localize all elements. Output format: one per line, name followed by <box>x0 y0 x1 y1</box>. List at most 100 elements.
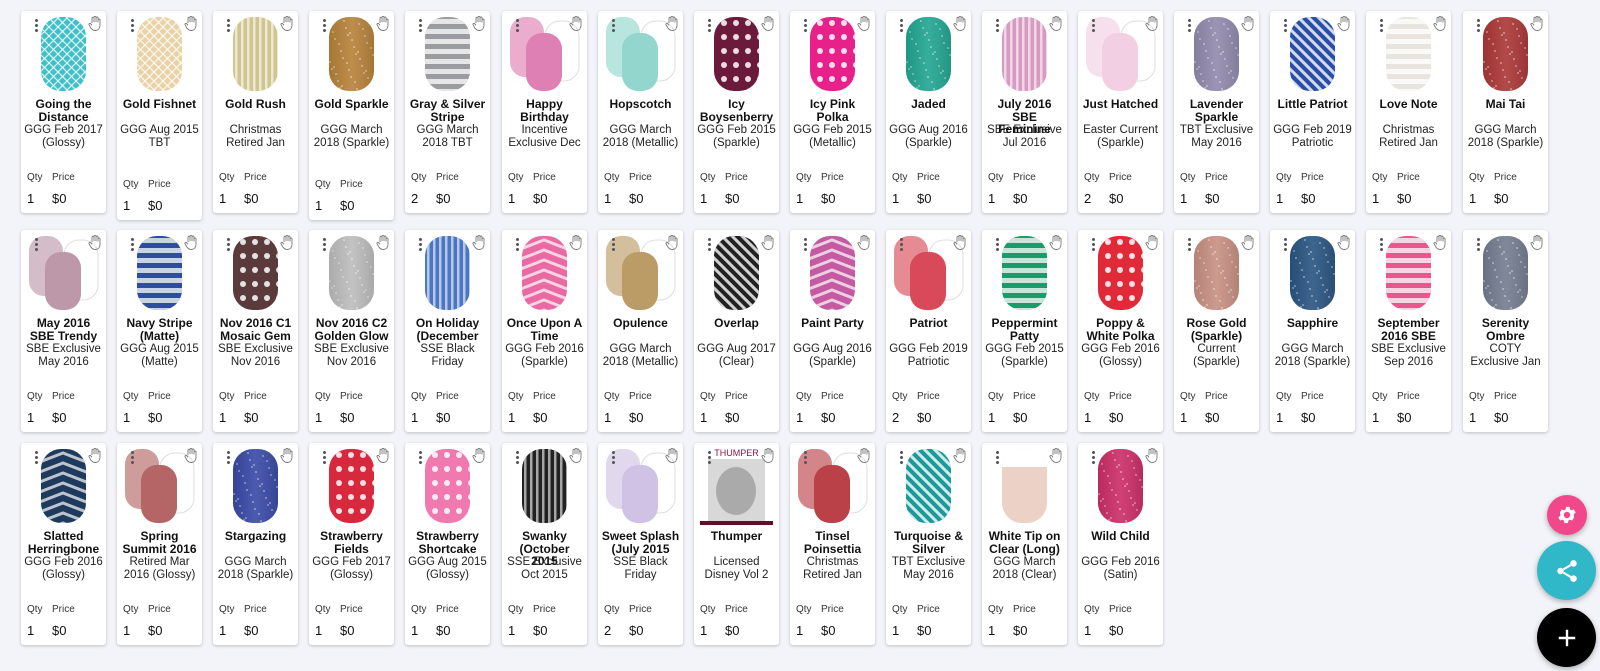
price-value[interactable]: $0 <box>436 623 450 638</box>
more-vert-icon[interactable] <box>899 18 905 34</box>
drag-hand-icon[interactable] <box>569 448 583 463</box>
more-vert-icon[interactable] <box>611 450 617 466</box>
price-value[interactable]: $0 <box>917 410 931 425</box>
qty-value[interactable]: 1 <box>219 623 226 638</box>
drag-hand-icon[interactable] <box>665 448 679 463</box>
qty-value[interactable]: 1 <box>508 191 515 206</box>
more-vert-icon[interactable] <box>803 450 809 466</box>
price-value[interactable]: $0 <box>821 623 835 638</box>
drag-hand-icon[interactable] <box>1145 448 1159 463</box>
qty-value[interactable]: 1 <box>1276 410 1283 425</box>
nail-wrap-card[interactable]: Jaded GGG Aug 2016 (Sparkle) Qty Price 1 $0 <box>886 11 971 213</box>
price-value[interactable]: $0 <box>1109 191 1123 206</box>
more-vert-icon[interactable] <box>611 237 617 253</box>
qty-value[interactable]: 1 <box>123 198 130 213</box>
nail-wrap-card[interactable]: Peppermint Patty GGG Feb 2015 (Sparkle) Qt… <box>982 230 1067 432</box>
drag-hand-icon[interactable] <box>761 235 775 250</box>
nail-wrap-card[interactable]: Strawberry Fields GGG Feb 2017 (Glossy) Qt… <box>309 443 394 645</box>
drag-hand-icon[interactable] <box>184 16 198 31</box>
price-value[interactable]: $0 <box>436 191 450 206</box>
qty-value[interactable]: 1 <box>508 623 515 638</box>
more-vert-icon[interactable] <box>515 18 521 34</box>
price-value[interactable]: $0 <box>533 623 547 638</box>
qty-value[interactable]: 1 <box>27 410 34 425</box>
more-vert-icon[interactable] <box>322 450 328 466</box>
more-vert-icon[interactable] <box>1283 18 1289 34</box>
drag-hand-icon[interactable] <box>1530 16 1544 31</box>
nail-wrap-card[interactable]: Once Upon A Time GGG Feb 2016 (Sparkle) Qt… <box>502 230 587 432</box>
more-vert-icon[interactable] <box>1476 237 1482 253</box>
price-value[interactable]: $0 <box>436 410 450 425</box>
qty-value[interactable]: 1 <box>123 410 130 425</box>
drag-hand-icon[interactable] <box>1241 235 1255 250</box>
more-vert-icon[interactable] <box>515 450 521 466</box>
nail-wrap-card[interactable]: White Tip on Clear (Long) GGG March 2018 … <box>982 443 1067 645</box>
drag-hand-icon[interactable] <box>1433 16 1447 31</box>
price-value[interactable]: $0 <box>821 191 835 206</box>
drag-hand-icon[interactable] <box>472 235 486 250</box>
drag-hand-icon[interactable] <box>1433 235 1447 250</box>
price-value[interactable]: $0 <box>244 191 258 206</box>
more-vert-icon[interactable] <box>803 237 809 253</box>
nail-wrap-card[interactable]: Sapphire GGG March 2018 (Sparkle) Qty Price… <box>1270 230 1355 432</box>
qty-value[interactable]: 1 <box>1372 410 1379 425</box>
more-vert-icon[interactable] <box>34 237 40 253</box>
nail-wrap-card[interactable]: Wild Child GGG Feb 2016 (Satin) Qty Price 1 $… <box>1078 443 1163 645</box>
price-value[interactable]: $0 <box>1397 191 1411 206</box>
drag-hand-icon[interactable] <box>1337 235 1351 250</box>
drag-hand-icon[interactable] <box>184 448 198 463</box>
drag-hand-icon[interactable] <box>953 448 967 463</box>
nail-wrap-card[interactable]: Lavender Sparkle TBT Exclusive May 2016 Qt… <box>1174 11 1259 213</box>
nail-wrap-card[interactable]: Icy Pink Polka GGG Feb 2015 (Metallic) Qty… <box>790 11 875 213</box>
nail-wrap-card[interactable]: Mai Tai GGG March 2018 (Sparkle) Qty Price 1… <box>1463 11 1548 213</box>
drag-hand-icon[interactable] <box>376 16 390 31</box>
more-vert-icon[interactable] <box>1379 18 1385 34</box>
price-value[interactable]: $0 <box>340 198 354 213</box>
more-vert-icon[interactable] <box>1091 237 1097 253</box>
nail-wrap-card[interactable]: Gray & Silver Stripe GGG March 2018 TBT Qt… <box>405 11 490 213</box>
more-vert-icon[interactable] <box>34 450 40 466</box>
price-value[interactable]: $0 <box>1301 410 1315 425</box>
qty-value[interactable]: 1 <box>219 191 226 206</box>
drag-hand-icon[interactable] <box>1241 16 1255 31</box>
price-value[interactable]: $0 <box>244 410 258 425</box>
qty-value[interactable]: 1 <box>988 410 995 425</box>
drag-hand-icon[interactable] <box>376 448 390 463</box>
drag-hand-icon[interactable] <box>1145 235 1159 250</box>
more-vert-icon[interactable] <box>418 450 424 466</box>
price-value[interactable]: $0 <box>629 623 643 638</box>
drag-hand-icon[interactable] <box>184 235 198 250</box>
more-vert-icon[interactable] <box>322 237 328 253</box>
drag-hand-icon[interactable] <box>1530 235 1544 250</box>
nail-wrap-card[interactable]: Going the Distance GGG Feb 2017 (Glossy) Q… <box>21 11 106 213</box>
nail-wrap-card[interactable]: May 2016 SBE Trendy SBE Exclusive May 201… <box>21 230 106 432</box>
drag-hand-icon[interactable] <box>761 16 775 31</box>
price-value[interactable]: $0 <box>1013 191 1027 206</box>
nail-wrap-card[interactable]: Hopscotch GGG March 2018 (Metallic) Qty Pri… <box>598 11 683 213</box>
price-value[interactable]: $0 <box>1109 623 1123 638</box>
more-vert-icon[interactable] <box>226 18 232 34</box>
qty-value[interactable]: 1 <box>892 623 899 638</box>
qty-value[interactable]: 1 <box>892 191 899 206</box>
more-vert-icon[interactable] <box>130 18 136 34</box>
drag-hand-icon[interactable] <box>569 16 583 31</box>
nail-wrap-card[interactable]: Overlap GGG Aug 2017 (Clear) Qty Price 1 $0 <box>694 230 779 432</box>
nail-wrap-card[interactable]: Slatted Herringbone GGG Feb 2016 (Glossy)… <box>21 443 106 645</box>
qty-value[interactable]: 1 <box>219 410 226 425</box>
more-vert-icon[interactable] <box>803 18 809 34</box>
price-value[interactable]: $0 <box>821 410 835 425</box>
qty-value[interactable]: 1 <box>1469 410 1476 425</box>
more-vert-icon[interactable] <box>995 18 1001 34</box>
more-vert-icon[interactable] <box>130 237 136 253</box>
more-vert-icon[interactable] <box>707 450 713 466</box>
drag-hand-icon[interactable] <box>472 16 486 31</box>
nail-wrap-card[interactable]: Spring Summit 2016 Retired Mar 2016 (Glos… <box>117 443 202 645</box>
drag-hand-icon[interactable] <box>857 448 871 463</box>
qty-value[interactable]: 2 <box>604 623 611 638</box>
price-value[interactable]: $0 <box>725 623 739 638</box>
nail-wrap-card[interactable]: Nov 2016 C2 Golden Glow SBE Exclusive Nov… <box>309 230 394 432</box>
price-value[interactable]: $0 <box>52 191 66 206</box>
more-vert-icon[interactable] <box>34 18 40 34</box>
more-vert-icon[interactable] <box>707 237 713 253</box>
nail-wrap-card[interactable]: Navy Stripe (Matte) GGG Aug 2015 (Matte) Q… <box>117 230 202 432</box>
